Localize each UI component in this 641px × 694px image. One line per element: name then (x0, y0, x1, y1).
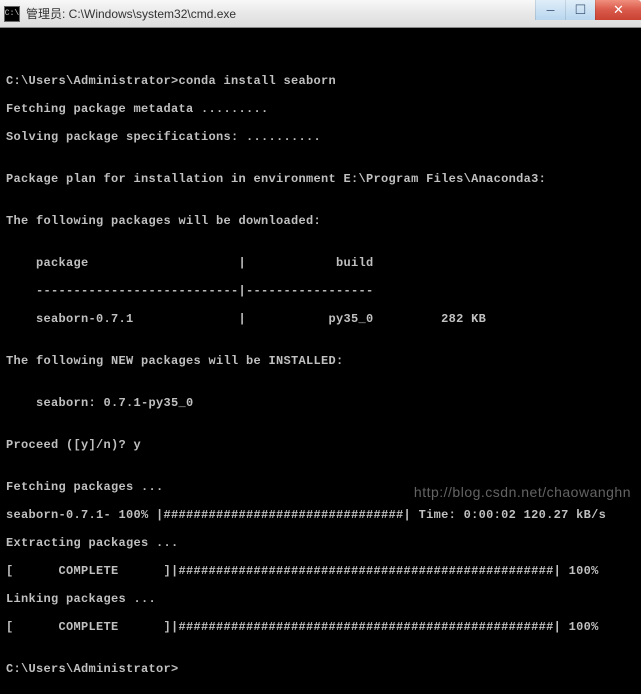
window-caption-buttons: — ☐ ✕ (535, 0, 641, 20)
progress-bar: [ COMPLETE ]|###########################… (6, 620, 635, 634)
progress-bar: seaborn-0.7.1- 100% |###################… (6, 508, 635, 522)
close-button[interactable]: ✕ (595, 0, 641, 20)
terminal-line: Package plan for installation in environ… (6, 172, 635, 186)
watermark-text: http://blog.csdn.net/chaowanghn (414, 484, 631, 500)
minimize-button[interactable]: — (535, 0, 565, 20)
proceed-prompt: Proceed ([y]/n)? y (6, 438, 635, 452)
progress-bar: [ COMPLETE ]|###########################… (6, 564, 635, 578)
prompt-line: C:\Users\Administrator> (6, 662, 635, 676)
maximize-button[interactable]: ☐ (565, 0, 595, 20)
terminal-line: Extracting packages ... (6, 536, 635, 550)
table-row: seaborn-0.7.1 | py35_0 282 KB (6, 312, 635, 326)
prompt-line: C:\Users\Administrator>conda install sea… (6, 74, 635, 88)
cmd-icon: C:\ (4, 6, 20, 22)
table-separator: ---------------------------|------------… (6, 284, 635, 298)
window-titlebar[interactable]: C:\ 管理员: C:\Windows\system32\cmd.exe — ☐… (0, 0, 641, 28)
terminal-line: Linking packages ... (6, 592, 635, 606)
terminal-output[interactable]: C:\Users\Administrator>conda install sea… (0, 28, 641, 694)
table-header: package | build (6, 256, 635, 270)
terminal-line: Fetching package metadata ......... (6, 102, 635, 116)
terminal-line: Solving package specifications: ........… (6, 130, 635, 144)
terminal-line: seaborn: 0.7.1-py35_0 (6, 396, 635, 410)
terminal-line: The following packages will be downloade… (6, 214, 635, 228)
terminal-line: The following NEW packages will be INSTA… (6, 354, 635, 368)
